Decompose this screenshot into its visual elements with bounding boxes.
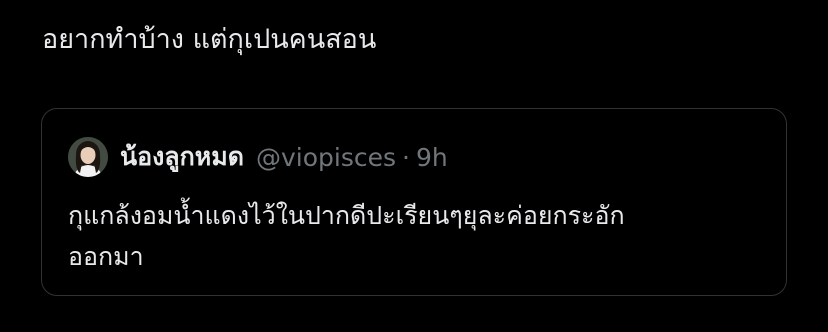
quoted-author-name[interactable]: น้องลูกหมด: [120, 137, 244, 177]
avatar-image: [68, 137, 108, 177]
quoted-text-line-1: กุแกล้งอมน้ำแดงไว้ในปากดีปะเรียนๆยุละค่อ…: [68, 201, 625, 230]
quoted-tweet-header: น้องลูกหมด @viopisces · 9h: [68, 137, 448, 177]
avatar[interactable]: [68, 137, 108, 177]
quoted-timestamp[interactable]: 9h: [416, 143, 448, 172]
quoted-tweet-text: กุแกล้งอมน้ำแดงไว้ในปากดีปะเรียนๆยุละค่อ…: [68, 195, 768, 277]
tweet-text: อยากทำบ้าง แต่กุเปนคนสอน: [42, 24, 377, 55]
quoted-author-handle[interactable]: @viopisces: [256, 143, 396, 172]
quoted-tweet-card[interactable]: น้องลูกหมด @viopisces · 9h กุแกล้งอมน้ำแ…: [41, 108, 787, 296]
quoted-text-line-2: ออกมา: [68, 242, 144, 271]
separator-dot: ·: [402, 142, 410, 172]
